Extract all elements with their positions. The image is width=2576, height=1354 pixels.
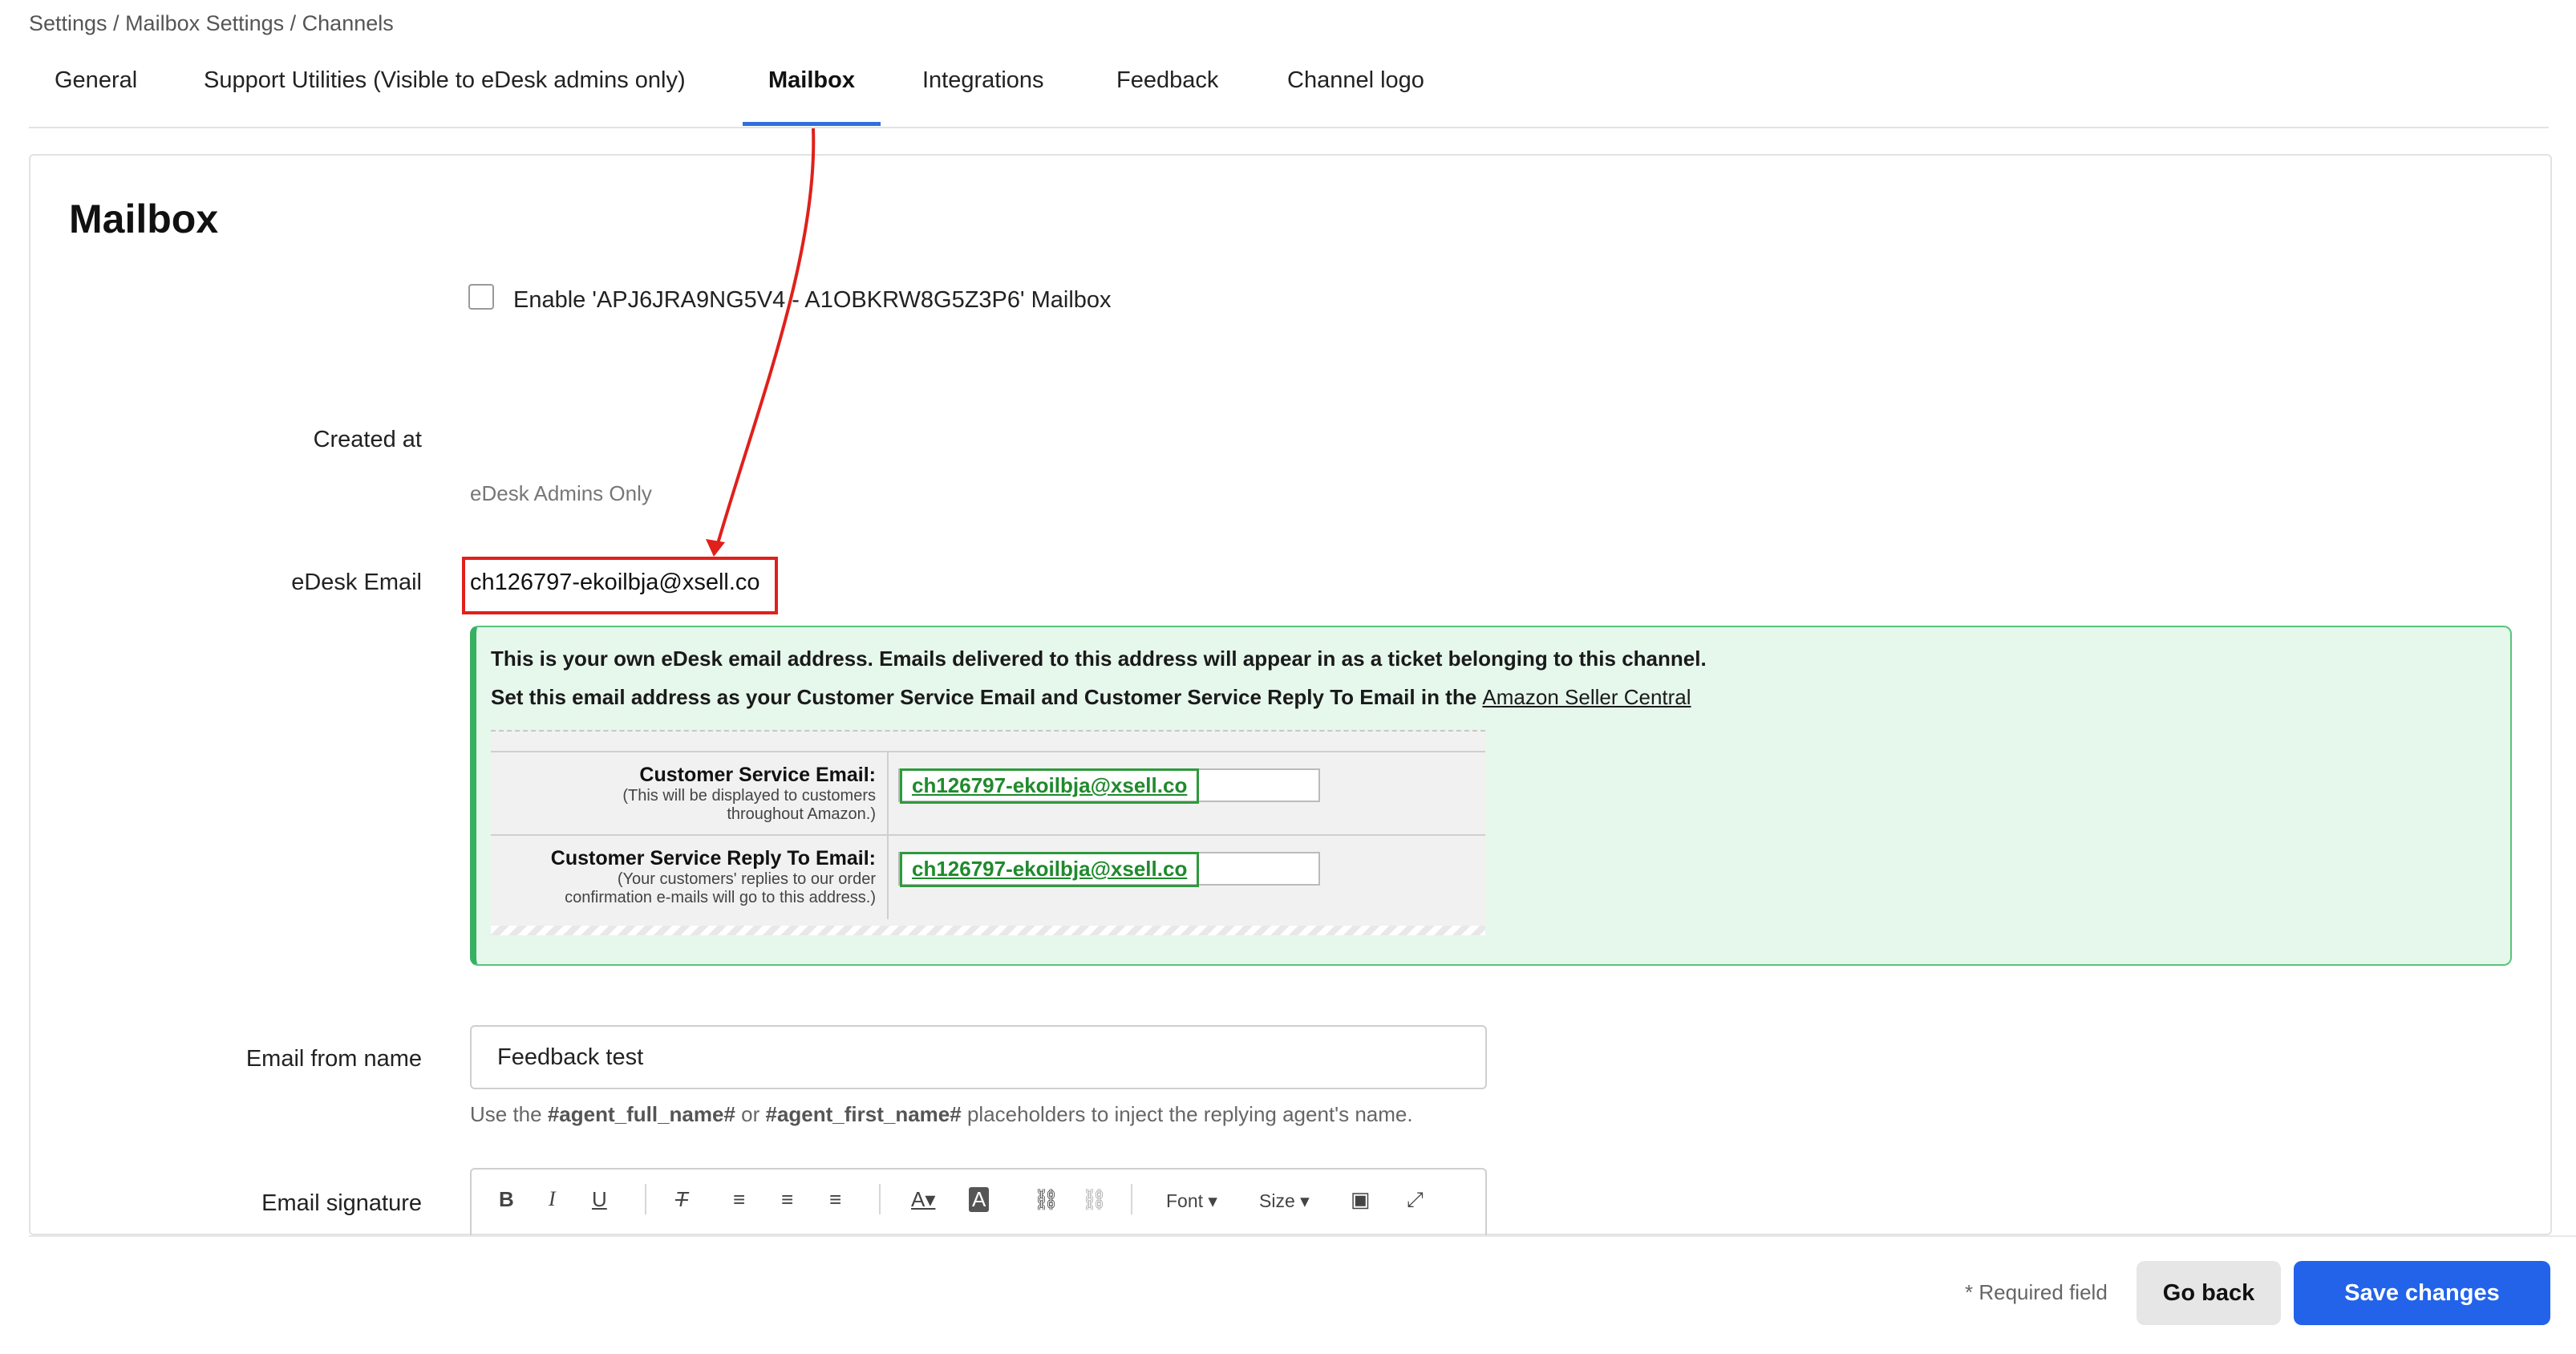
link-icon[interactable]: ⛓ bbox=[1033, 1187, 1059, 1212]
required-field-note: * Required field bbox=[1965, 1280, 2108, 1304]
info-line-1: This is your own eDesk email address. Em… bbox=[491, 647, 1707, 671]
email-signature-label: Email signature bbox=[261, 1190, 422, 1216]
font-dropdown-label: Font bbox=[1166, 1190, 1204, 1211]
text-color-icon[interactable]: A▾ bbox=[911, 1187, 935, 1212]
info-line-2: Set this email address as your Customer … bbox=[491, 685, 1691, 710]
unlink-icon[interactable]: ⛓ bbox=[1081, 1187, 1108, 1212]
email-from-name-hint: Use the #agent_full_name# or #agent_firs… bbox=[470, 1102, 1413, 1127]
cs-email-value: ch126797-ekoilbja@xsell.co bbox=[900, 768, 1200, 804]
size-dropdown[interactable]: Size ▾ bbox=[1259, 1190, 1310, 1212]
cs-reply-value: ch126797-ekoilbja@xsell.co bbox=[900, 852, 1200, 887]
size-dropdown-label: Size bbox=[1259, 1190, 1295, 1211]
hint-suffix: placeholders to inject the replying agen… bbox=[961, 1102, 1413, 1126]
cs-reply-title: Customer Service Reply To Email: bbox=[550, 847, 876, 870]
cs-reply-field: ch126797-ekoilbja@xsell.co bbox=[898, 852, 1320, 887]
info-line-2-text: Set this email address as your Customer … bbox=[491, 685, 1483, 709]
save-changes-button[interactable]: Save changes bbox=[2294, 1261, 2550, 1325]
clear-format-icon[interactable]: T bbox=[675, 1187, 688, 1212]
cs-email-sub1: (This will be displayed to customers bbox=[622, 787, 876, 805]
underline-icon[interactable]: U bbox=[592, 1187, 607, 1212]
amazon-form-screenshot: Customer Service Email: (This will be di… bbox=[491, 730, 1485, 935]
image-icon[interactable]: ▣ bbox=[1351, 1187, 1371, 1212]
cs-email-sub2: throughout Amazon.) bbox=[727, 805, 876, 823]
cs-reply-sub1: (Your customers' replies to our order bbox=[617, 870, 876, 888]
amazon-row-cs-email: Customer Service Email: (This will be di… bbox=[491, 751, 1485, 836]
align-left-icon[interactable]: ≡ bbox=[733, 1187, 745, 1212]
email-from-name-label: Email from name bbox=[245, 1046, 422, 1072]
cs-email-field: ch126797-ekoilbja@xsell.co bbox=[898, 768, 1320, 804]
hint-mid: or bbox=[735, 1102, 766, 1126]
signature-editor: B I U T ≡ ≡ ≡ A▾ A ⛓ ⛓ Font ▾ Size ▾ ▣ ⤢ bbox=[470, 1168, 1487, 1235]
align-center-icon[interactable]: ≡ bbox=[781, 1187, 793, 1212]
torn-edge bbox=[491, 926, 1485, 935]
italic-icon[interactable]: I bbox=[549, 1187, 556, 1211]
toolbar-separator bbox=[645, 1184, 646, 1214]
bold-icon[interactable]: B bbox=[499, 1187, 514, 1212]
hint-prefix: Use the bbox=[470, 1102, 548, 1126]
bg-color-icon[interactable]: A bbox=[969, 1187, 990, 1212]
hint-placeholder-first: #agent_first_name# bbox=[765, 1102, 962, 1126]
align-right-icon[interactable]: ≡ bbox=[829, 1187, 841, 1212]
amazon-seller-central-link[interactable]: Amazon Seller Central bbox=[1482, 685, 1691, 709]
hint-placeholder-full: #agent_full_name# bbox=[547, 1102, 735, 1126]
toolbar-separator bbox=[879, 1184, 881, 1214]
cs-email-title: Customer Service Email: bbox=[639, 764, 876, 786]
amazon-row-cs-reply-email: Customer Service Reply To Email: (Your c… bbox=[491, 834, 1485, 919]
font-dropdown[interactable]: Font ▾ bbox=[1166, 1190, 1217, 1212]
go-back-button[interactable]: Go back bbox=[2137, 1261, 2281, 1325]
toolbar-separator bbox=[1131, 1184, 1132, 1214]
email-from-name-input[interactable]: Feedback test bbox=[470, 1025, 1487, 1089]
maximize-icon[interactable]: ⤢ bbox=[1407, 1187, 1424, 1213]
cs-reply-sub2: confirmation e-mails will go to this add… bbox=[565, 889, 876, 906]
